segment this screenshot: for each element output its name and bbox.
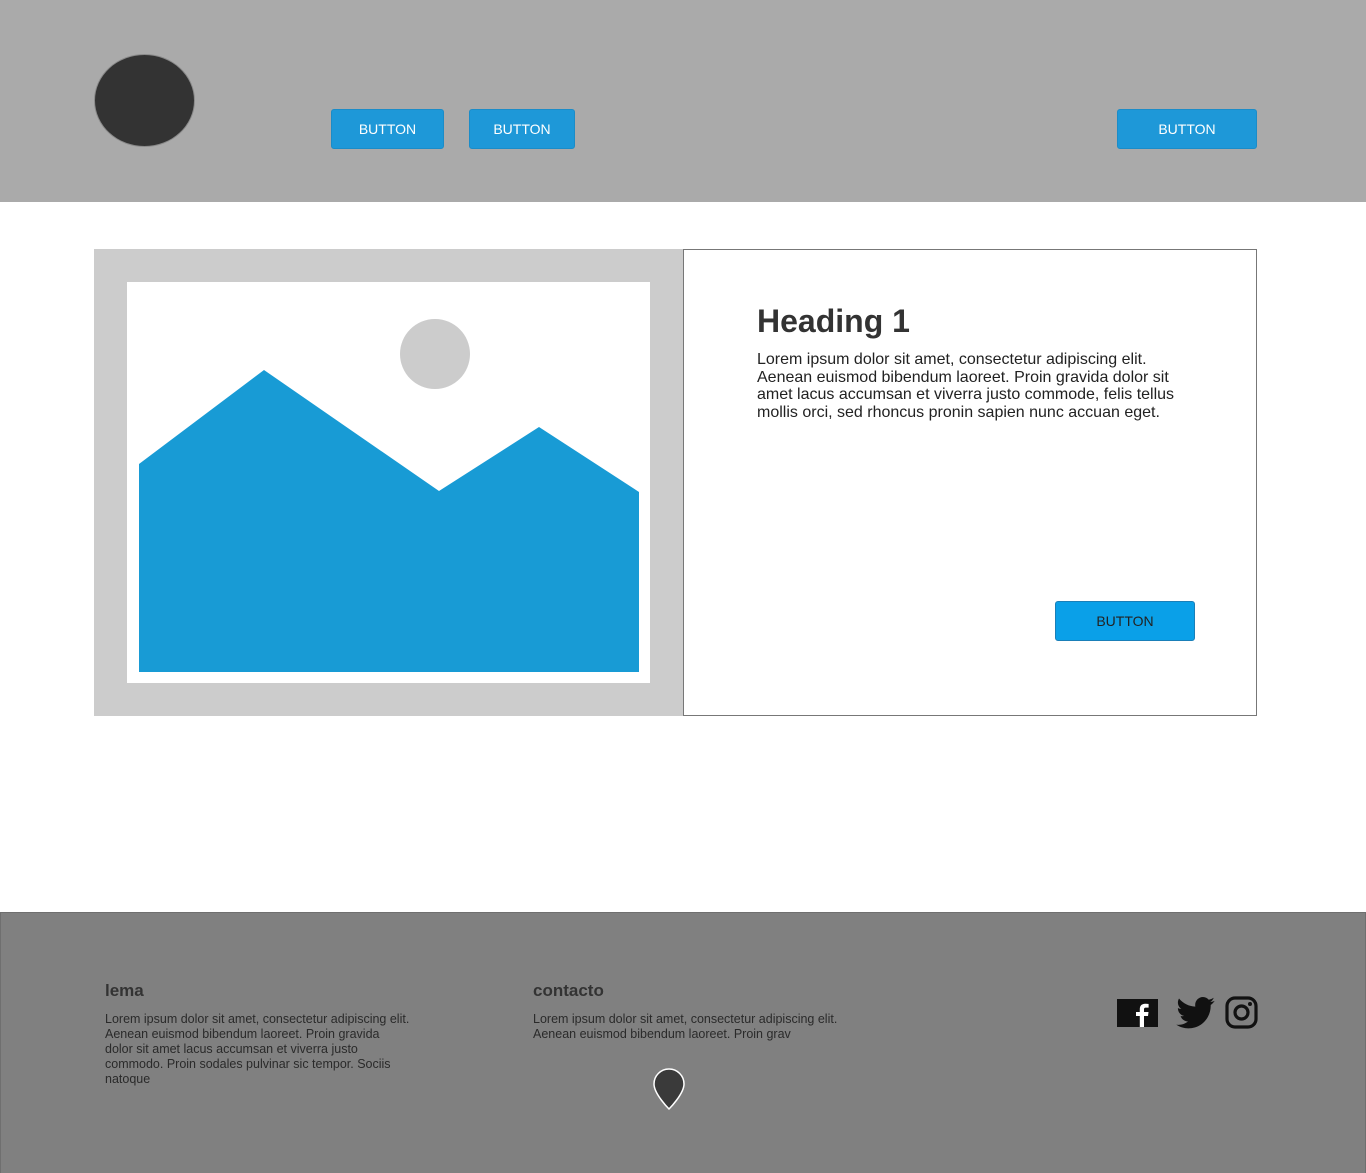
contacto-title: contacto (533, 981, 604, 1000)
lema-title: lema (105, 981, 144, 1000)
mountains-shape (139, 370, 639, 672)
card-body-text: Lorem ipsum dolor sit amet, consectetur … (757, 351, 1175, 421)
nav-button-3[interactable]: BUTTON (1117, 109, 1257, 149)
site-header: BUTTON BUTTON BUTTON (0, 0, 1366, 202)
image-placeholder-icon (139, 319, 639, 672)
logo[interactable] (94, 54, 195, 147)
page-heading: Heading 1 (757, 303, 910, 339)
content-card: Heading 1 Lorem ipsum dolor sit amet, co… (683, 249, 1257, 716)
image-placeholder (127, 282, 650, 683)
image-panel (94, 249, 683, 716)
nav-button-2[interactable]: BUTTON (469, 109, 575, 149)
twitter-icon[interactable] (1176, 997, 1215, 1029)
sun-shape (400, 319, 470, 389)
nav-button-1[interactable]: BUTTON (331, 109, 444, 149)
map-pin-icon[interactable] (651, 1066, 687, 1111)
instagram-icon[interactable] (1225, 996, 1258, 1029)
card-button[interactable]: BUTTON (1055, 601, 1195, 641)
site-footer: lema Lorem ipsum dolor sit amet, consect… (0, 912, 1366, 1173)
lema-text: Lorem ipsum dolor sit amet, consectetur … (105, 1012, 410, 1086)
contacto-text: Lorem ipsum dolor sit amet, consectetur … (533, 1012, 838, 1041)
facebook-icon[interactable] (1117, 999, 1158, 1027)
